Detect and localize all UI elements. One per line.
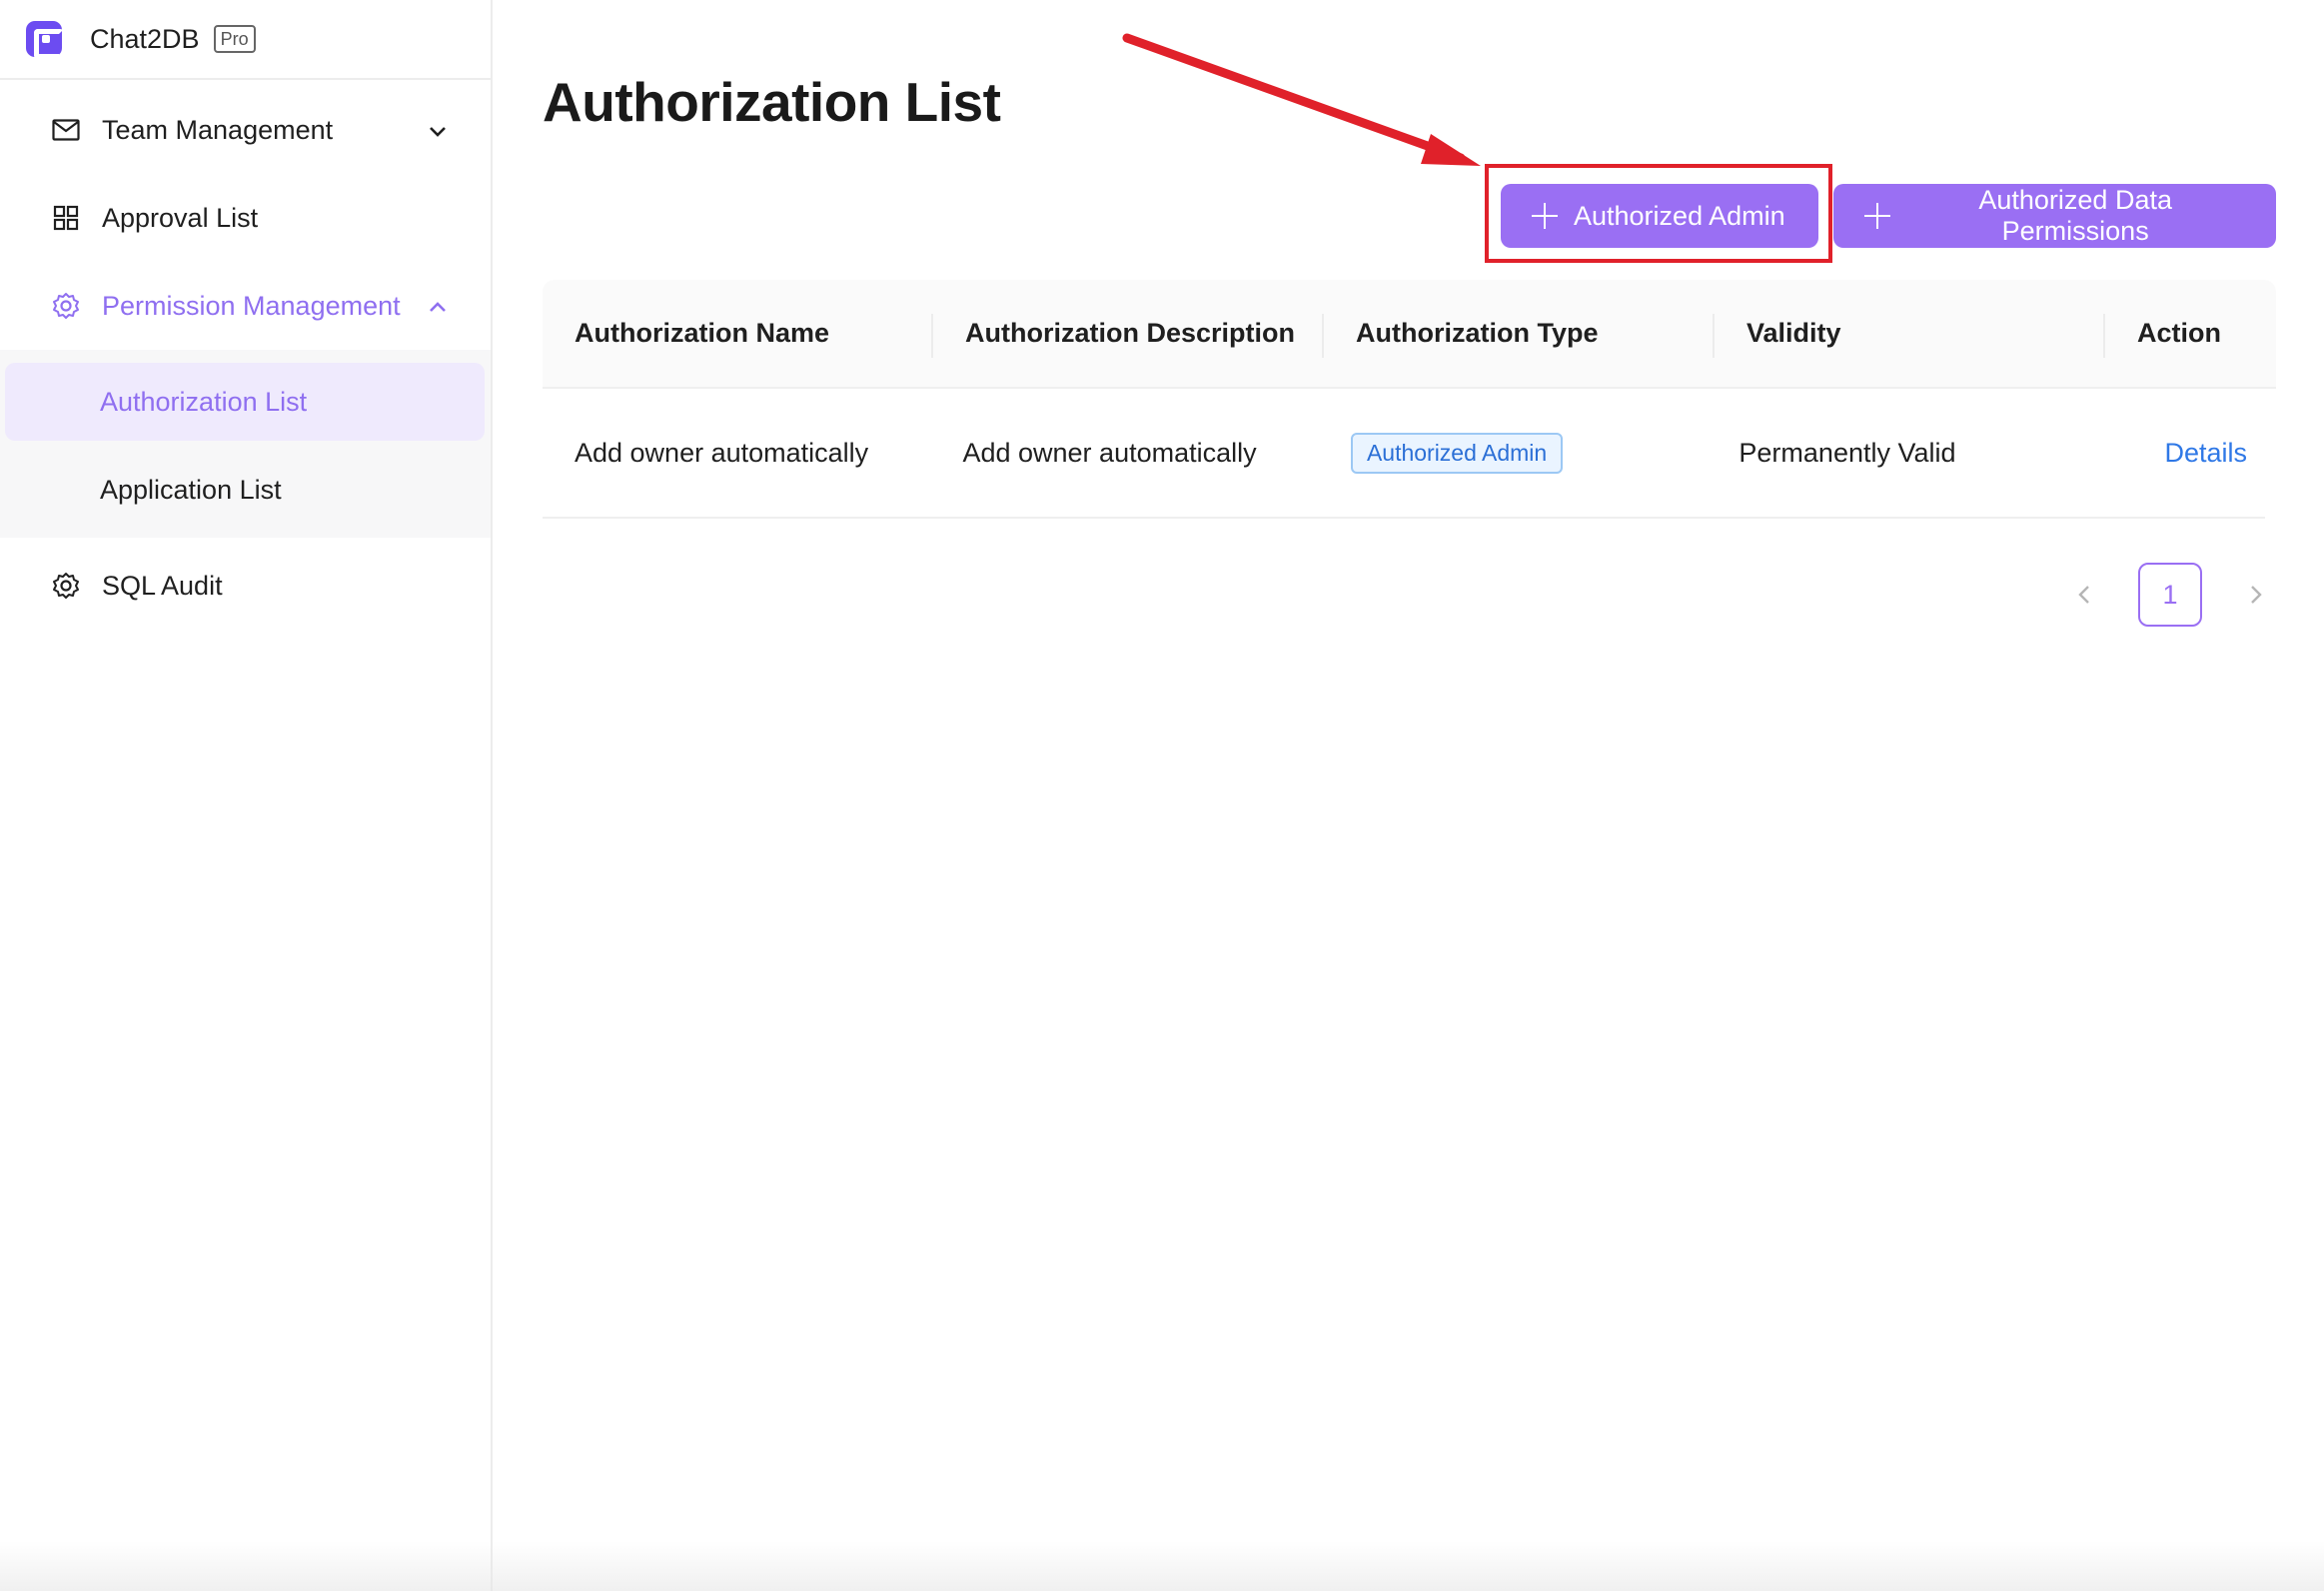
sidebar-item-sql-audit[interactable]: SQL Audit: [0, 551, 491, 621]
sidebar-item-application-list[interactable]: Application List: [5, 451, 485, 529]
mail-icon: [52, 116, 80, 144]
pagination: 1: [2058, 563, 2282, 627]
next-page-button[interactable]: [2230, 563, 2282, 627]
prev-page-button[interactable]: [2058, 563, 2110, 627]
sidebar-item-label: Permission Management: [102, 290, 401, 321]
plus-icon: [1532, 203, 1558, 229]
app-window: Chat2DB Pro Team Management Approval Lis…: [0, 0, 2324, 1591]
authorized-data-permissions-button[interactable]: Authorized Data Permissions: [1833, 184, 2276, 248]
details-link[interactable]: Details: [2164, 438, 2247, 468]
sidebar-item-label: Team Management: [102, 114, 334, 145]
pro-badge: Pro: [213, 25, 256, 53]
chevron-up-icon: [424, 293, 452, 321]
gear-icon: [52, 572, 80, 600]
column-header: Authorization Type: [1324, 314, 1715, 358]
authorization-table: Authorization Name Authorization Descrip…: [543, 280, 2276, 519]
authorization-type-tag: Authorized Admin: [1350, 432, 1564, 474]
button-label: Authorized Admin: [1574, 200, 1785, 231]
sidebar-item-team-management[interactable]: Team Management: [0, 95, 491, 165]
sidebar-item-label: Application List: [100, 474, 282, 505]
chevron-down-icon: [424, 117, 452, 145]
brand-name: Chat2DB: [90, 23, 200, 54]
sidebar-item-authorization-list[interactable]: Authorization List: [5, 363, 485, 441]
validity-cell: Permanently Valid: [1739, 437, 1956, 468]
column-header: Action: [2137, 318, 2221, 348]
chevron-left-icon: [2078, 586, 2089, 604]
column-header: Authorization Name: [543, 314, 933, 358]
brand-header: Chat2DB Pro: [0, 0, 491, 80]
action-cell: Details: [2095, 438, 2265, 469]
authorization-type-cell: Authorized Admin: [1319, 432, 1707, 474]
grid-icon: [52, 204, 80, 232]
page-number-current[interactable]: 1: [2138, 563, 2202, 627]
chat2db-logo-icon: [26, 21, 64, 59]
page-title: Authorization List: [543, 71, 1001, 133]
column-header: Authorization Description: [933, 314, 1324, 358]
column-header: Validity: [1715, 314, 2105, 358]
gear-icon: [52, 292, 80, 320]
bottom-shadow: [0, 1541, 2324, 1591]
authorized-admin-button[interactable]: Authorized Admin: [1501, 184, 1818, 248]
authorization-name-cell: Add owner automatically: [575, 437, 869, 468]
button-label: Authorized Data Permissions: [1978, 185, 2172, 246]
table-header: Authorization Name Authorization Descrip…: [543, 280, 2276, 389]
plus-icon: [1864, 203, 1891, 229]
sidebar-item-permission-management[interactable]: Permission Management: [0, 271, 491, 341]
chevron-right-icon: [2251, 586, 2262, 604]
sidebar-item-label: Authorization List: [100, 386, 308, 417]
sidebar-item-approval-list[interactable]: Approval List: [0, 183, 491, 253]
table-row: Add owner automatically Add owner automa…: [543, 389, 2265, 519]
annotation-arrow-icon: [1122, 33, 1481, 166]
sidebar-item-label: SQL Audit: [102, 570, 223, 601]
sidebar: Chat2DB Pro Team Management Approval Lis…: [0, 0, 493, 1591]
sidebar-item-label: Approval List: [102, 202, 259, 233]
authorization-description-cell: Add owner automatically: [962, 437, 1257, 468]
